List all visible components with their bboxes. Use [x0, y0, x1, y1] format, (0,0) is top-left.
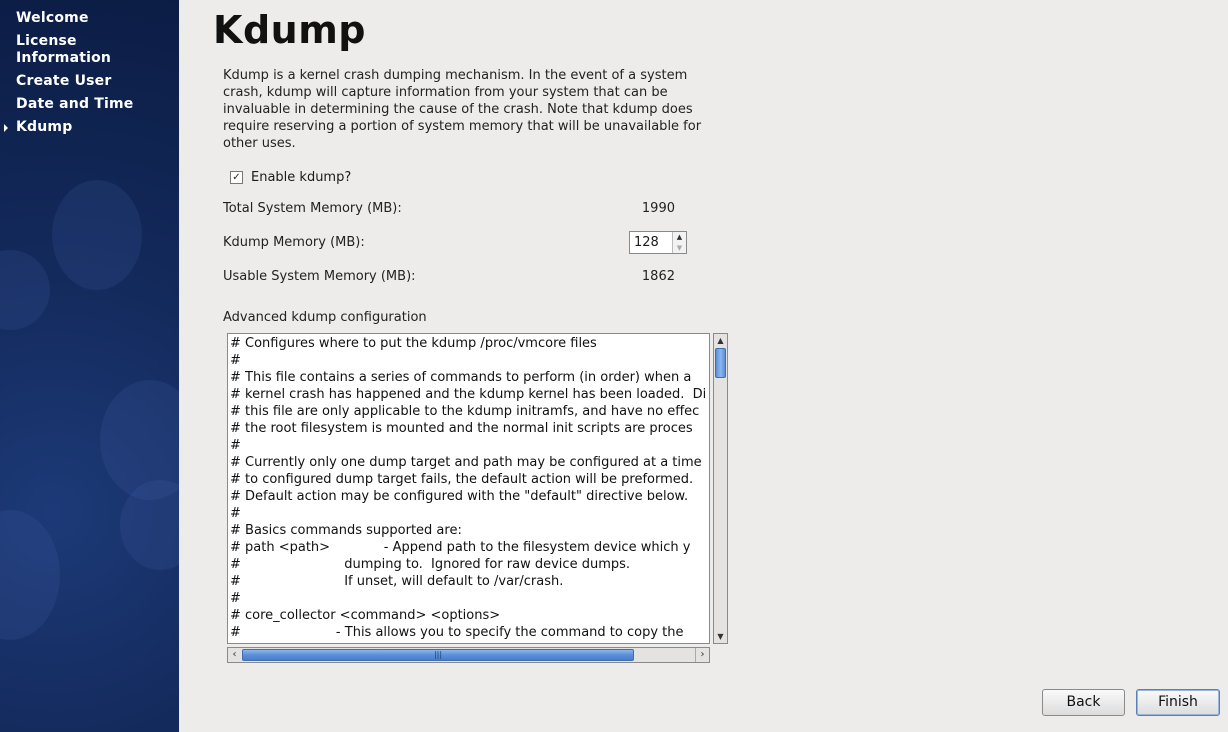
sidebar-item-create-user: Create User [0, 71, 179, 94]
spin-buttons: ▲ ▼ [672, 232, 686, 253]
advanced-config-textarea[interactable]: # Configures where to put the kdump /pro… [227, 333, 710, 644]
advanced-config-text[interactable]: # Configures where to put the kdump /pro… [228, 334, 709, 643]
spin-up-icon[interactable]: ▲ [673, 232, 686, 243]
sidebar-item-date-and-time: Date and Time [0, 94, 179, 117]
enable-kdump-label[interactable]: Enable kdump? [251, 170, 351, 185]
sidebar-item-label: License Information [16, 33, 112, 66]
usable-memory-value: 1862 [641, 269, 675, 284]
sidebar-nav: Welcome License Information Create User … [0, 8, 179, 140]
page-title: Kdump [213, 8, 366, 52]
sidebar-item-label: Date and Time [16, 96, 134, 112]
vertical-scrollbar[interactable]: ▲ ▼ [713, 333, 728, 644]
usable-memory-label: Usable System Memory (MB): [223, 269, 416, 284]
kdump-memory-spinbox[interactable]: 128 ▲ ▼ [629, 231, 687, 254]
vertical-scroll-thumb[interactable] [715, 348, 726, 378]
horizontal-scroll-thumb[interactable]: ||| [242, 649, 634, 661]
sidebar-item-kdump: Kdump [0, 117, 179, 140]
current-step-arrow-icon [4, 124, 8, 132]
sidebar-decoration [0, 250, 50, 330]
enable-kdump-checkbox[interactable]: ✓ [230, 171, 243, 184]
finish-button[interactable]: Finish [1136, 689, 1220, 716]
spin-down-icon[interactable]: ▼ [673, 243, 686, 254]
sidebar-item-label: Create User [16, 73, 112, 89]
scroll-left-icon[interactable]: ‹ [228, 648, 241, 662]
scroll-right-icon[interactable]: › [695, 648, 709, 662]
sidebar-decoration [0, 510, 60, 640]
scroll-down-icon[interactable]: ▼ [714, 630, 727, 643]
page-description: Kdump is a kernel crash dumping mechanis… [223, 68, 702, 151]
total-memory-label: Total System Memory (MB): [223, 201, 402, 216]
back-button[interactable]: Back [1042, 689, 1125, 716]
horizontal-scrollbar[interactable]: ‹ ||| › [227, 647, 710, 663]
sidebar-item-welcome: Welcome [0, 8, 179, 31]
kdump-memory-label: Kdump Memory (MB): [223, 235, 365, 250]
sidebar-item-label: Welcome [16, 10, 89, 26]
total-memory-value: 1990 [641, 201, 675, 216]
sidebar-item-license-information: License Information [0, 31, 179, 71]
sidebar: Welcome License Information Create User … [0, 0, 179, 732]
sidebar-item-label: Kdump [16, 119, 73, 135]
advanced-config-label: Advanced kdump configuration [223, 310, 427, 325]
enable-kdump-row[interactable]: ✓ Enable kdump? [230, 170, 351, 185]
scroll-up-icon[interactable]: ▲ [714, 334, 727, 347]
kdump-memory-value[interactable]: 128 [630, 232, 672, 253]
sidebar-decoration [52, 180, 142, 290]
